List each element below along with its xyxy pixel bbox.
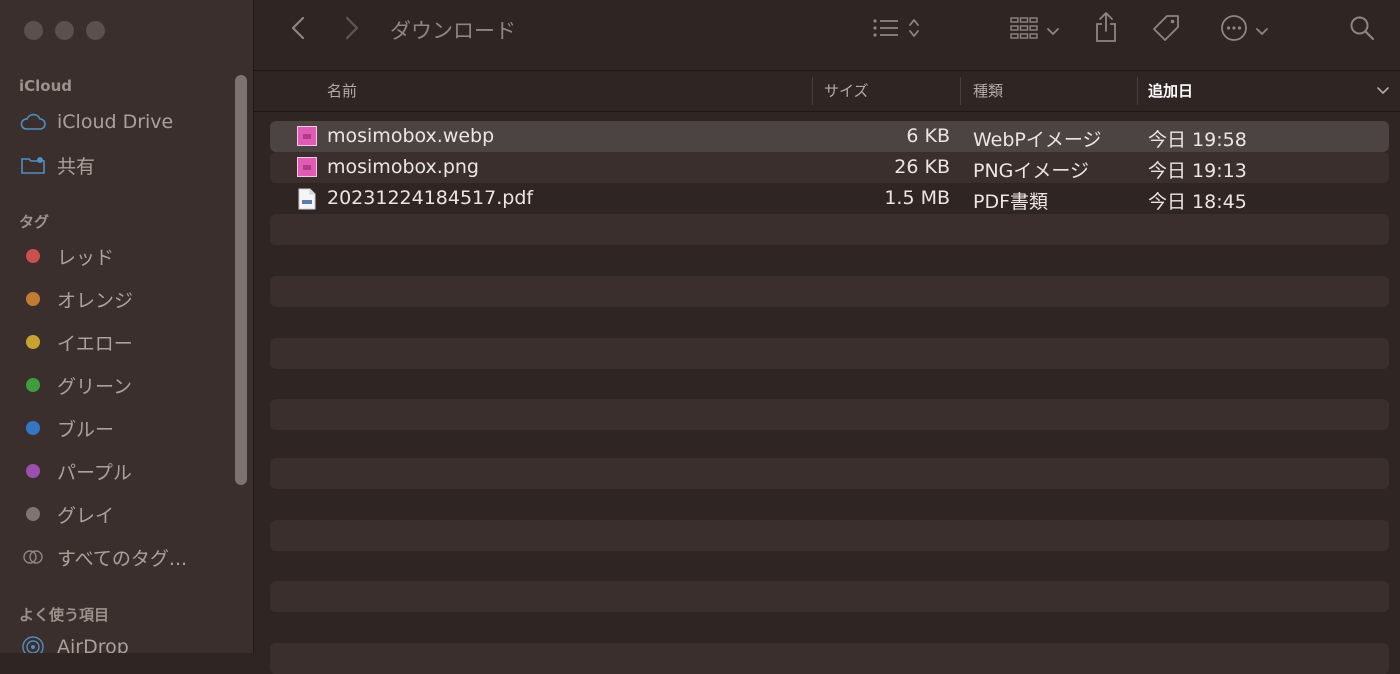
chevron-left-icon — [291, 16, 305, 44]
chevron-down-icon — [1047, 21, 1059, 40]
file-date-added: 今日 19:13 — [1148, 160, 1247, 182]
sidebar-item-label: すべてのタグ... — [57, 547, 188, 570]
grid-icon — [1009, 16, 1039, 44]
sort-chevron-down-icon[interactable] — [1376, 85, 1390, 97]
file-size: 6 KB — [906, 125, 950, 147]
shared-folder-icon — [19, 155, 47, 175]
image-file-icon — [297, 157, 317, 177]
file-row[interactable]: mosimobox.png 26 KB PNGイメージ 今日 19:13 — [270, 152, 1389, 183]
sidebar-item-label: AirDrop — [57, 636, 129, 653]
tag-color-dot-icon — [26, 464, 40, 478]
sort-updown-icon — [908, 17, 920, 43]
file-date-added: 今日 18:45 — [1148, 191, 1247, 213]
image-file-icon — [297, 126, 317, 146]
column-header-size[interactable]: サイズ — [824, 80, 869, 101]
share-icon — [1094, 11, 1118, 47]
airdrop-icon — [19, 635, 47, 653]
file-name: mosimobox.webp — [327, 125, 495, 147]
sidebar-item-label: グリーン — [57, 375, 133, 398]
file-size: 26 KB — [894, 156, 950, 178]
sidebar-item-airdrop[interactable]: AirDrop — [19, 632, 129, 653]
tag-button[interactable] — [1150, 14, 1182, 46]
chevron-right-icon — [345, 16, 359, 44]
sidebar-tag-blue[interactable]: ブルー — [19, 413, 114, 443]
search-icon — [1349, 15, 1375, 45]
sidebar-tag-red[interactable]: レッド — [19, 241, 114, 271]
empty-row — [270, 214, 1389, 245]
sidebar: iCloud iCloud Drive 共有 タグ レッド オレンジ イエロー … — [0, 0, 254, 653]
tag-color-dot-icon — [26, 421, 40, 435]
sidebar-scrollbar[interactable] — [235, 75, 247, 485]
empty-row — [270, 581, 1389, 612]
cloud-icon — [19, 113, 47, 131]
column-divider[interactable] — [960, 77, 961, 105]
empty-row — [270, 276, 1389, 307]
sidebar-tag-orange[interactable]: オレンジ — [19, 284, 133, 314]
empty-row — [270, 338, 1389, 369]
empty-row — [270, 458, 1389, 489]
column-divider[interactable] — [1137, 77, 1138, 105]
tag-icon — [1151, 13, 1181, 47]
sidebar-item-label: ブルー — [57, 418, 115, 441]
sidebar-item-label: オレンジ — [57, 289, 134, 312]
column-divider[interactable] — [812, 77, 813, 105]
column-header-kind[interactable]: 種類 — [973, 80, 1003, 101]
sidebar-item-icloud-drive[interactable]: iCloud Drive — [19, 107, 173, 137]
view-mode-button[interactable] — [866, 14, 926, 46]
sidebar-item-label: パープル — [57, 461, 132, 484]
window-controls — [24, 21, 105, 40]
minimize-window-button[interactable] — [55, 21, 74, 40]
file-row[interactable]: mosimobox.webp 6 KB WebPイメージ 今日 19:58 — [270, 121, 1389, 152]
sidebar-item-label: グレイ — [57, 504, 115, 527]
file-name: 20231224184517.pdf — [327, 187, 534, 209]
sidebar-tag-purple[interactable]: パープル — [19, 456, 132, 486]
tag-color-dot-icon — [26, 507, 40, 521]
sidebar-item-shared[interactable]: 共有 — [19, 150, 95, 180]
sidebar-tag-yellow[interactable]: イエロー — [19, 327, 133, 357]
all-tags-icon — [19, 549, 47, 565]
search-button[interactable] — [1348, 16, 1376, 44]
file-size: 1.5 MB — [884, 187, 950, 209]
zoom-window-button[interactable] — [86, 21, 105, 40]
list-view-icon — [872, 17, 902, 43]
ellipsis-circle-icon — [1220, 14, 1248, 46]
sidebar-section-tags: タグ — [19, 213, 50, 231]
sidebar-tag-gray[interactable]: グレイ — [19, 499, 114, 529]
group-button[interactable] — [1004, 14, 1064, 46]
sidebar-item-label: イエロー — [57, 332, 133, 355]
empty-row — [270, 520, 1389, 551]
close-window-button[interactable] — [24, 21, 43, 40]
share-button[interactable] — [1092, 12, 1120, 46]
column-header: 名前 サイズ 種類 追加日 — [254, 71, 1400, 112]
column-header-name[interactable]: 名前 — [327, 80, 357, 101]
sidebar-item-label: iCloud Drive — [57, 111, 174, 133]
toolbar: ダウンロード — [254, 0, 1400, 71]
sidebar-all-tags[interactable]: すべてのタグ... — [19, 542, 187, 572]
tag-color-dot-icon — [26, 335, 40, 349]
chevron-down-icon — [1256, 21, 1268, 40]
more-actions-button[interactable] — [1214, 14, 1274, 46]
empty-row — [270, 643, 1389, 674]
sidebar-item-label: 共有 — [57, 155, 96, 178]
window-title: ダウンロード — [390, 19, 516, 43]
sidebar-section-icloud: iCloud — [19, 77, 73, 95]
tag-color-dot-icon — [26, 292, 40, 306]
file-name: mosimobox.png — [327, 156, 479, 178]
file-row[interactable]: 20231224184517.pdf 1.5 MB PDF書類 今日 18:45 — [270, 183, 1389, 214]
file-date-added: 今日 19:58 — [1148, 129, 1247, 151]
pdf-file-icon — [297, 188, 317, 210]
empty-row — [270, 399, 1389, 430]
file-kind: WebPイメージ — [973, 129, 1102, 151]
back-button[interactable] — [284, 16, 312, 44]
sidebar-section-favorites: よく使う項目 — [19, 606, 110, 624]
forward-button[interactable] — [338, 16, 366, 44]
file-kind: PDF書類 — [973, 191, 1049, 213]
column-header-date-added[interactable]: 追加日 — [1148, 80, 1193, 101]
tag-color-dot-icon — [26, 249, 40, 263]
tag-color-dot-icon — [26, 378, 40, 392]
file-kind: PNGイメージ — [973, 160, 1090, 182]
sidebar-item-label: レッド — [57, 246, 115, 269]
sidebar-tag-green[interactable]: グリーン — [19, 370, 132, 400]
